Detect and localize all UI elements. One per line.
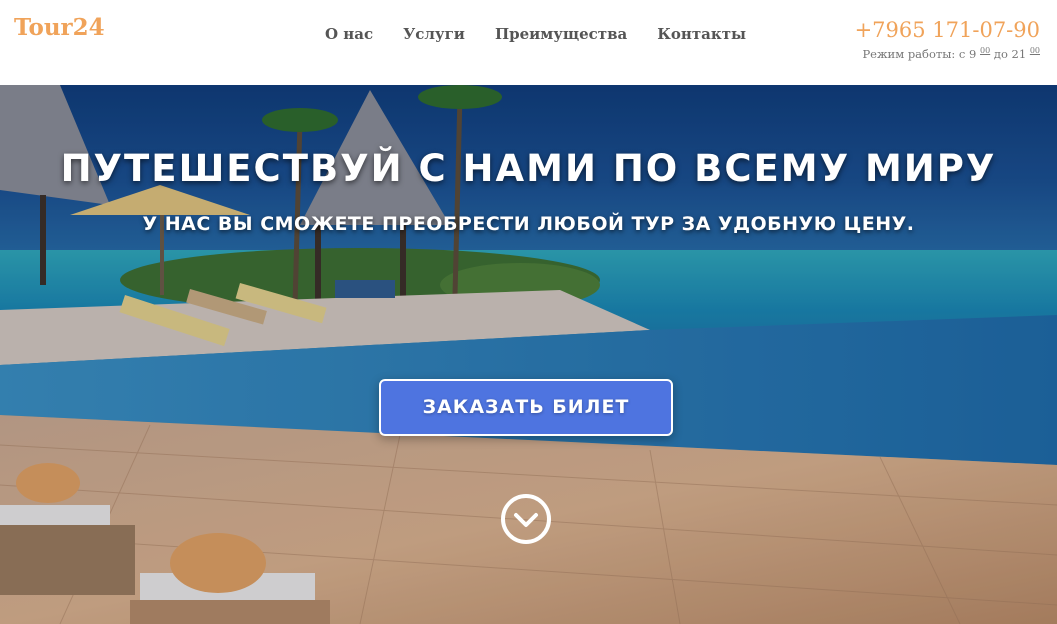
nav-item-contacts[interactable]: Контакты <box>657 25 746 43</box>
chevron-down-circle-icon[interactable] <box>499 492 553 546</box>
contact-block: +7965 171-07-90 Режим работы: с 9 00 до … <box>855 17 1040 61</box>
main-nav: О нас Услуги Преимущества Контакты <box>325 25 746 43</box>
nav-item-advantages[interactable]: Преимущества <box>495 25 627 43</box>
hours-mid: до 21 <box>993 47 1027 61</box>
logo[interactable]: Tour24 <box>14 14 105 41</box>
hours-prefix: Режим работы: с 9 <box>862 47 977 61</box>
nav-item-about[interactable]: О нас <box>325 25 373 43</box>
hero-subtitle: У НАС ВЫ СМОЖЕТЕ ПРЕОБРЕСТИ ЛЮБОЙ ТУР ЗА… <box>142 213 915 235</box>
site-header: Tour24 О нас Услуги Преимущества Контакт… <box>0 0 1057 85</box>
hero-section: ПУТЕШЕСТВУЙ С НАМИ ПО ВСЕМУ МИРУ У НАС В… <box>0 85 1057 624</box>
working-hours: Режим работы: с 9 00 до 21 00 <box>855 46 1040 61</box>
phone-link[interactable]: +7965 171-07-90 <box>855 17 1040 43</box>
nav-item-services[interactable]: Услуги <box>403 25 465 43</box>
hours-end-minutes: 00 <box>1029 46 1040 55</box>
hours-start-minutes: 00 <box>980 46 991 55</box>
order-ticket-button[interactable]: ЗАКАЗАТЬ БИЛЕТ <box>379 379 673 436</box>
hero-title: ПУТЕШЕСТВУЙ С НАМИ ПО ВСЕМУ МИРУ <box>60 147 997 190</box>
